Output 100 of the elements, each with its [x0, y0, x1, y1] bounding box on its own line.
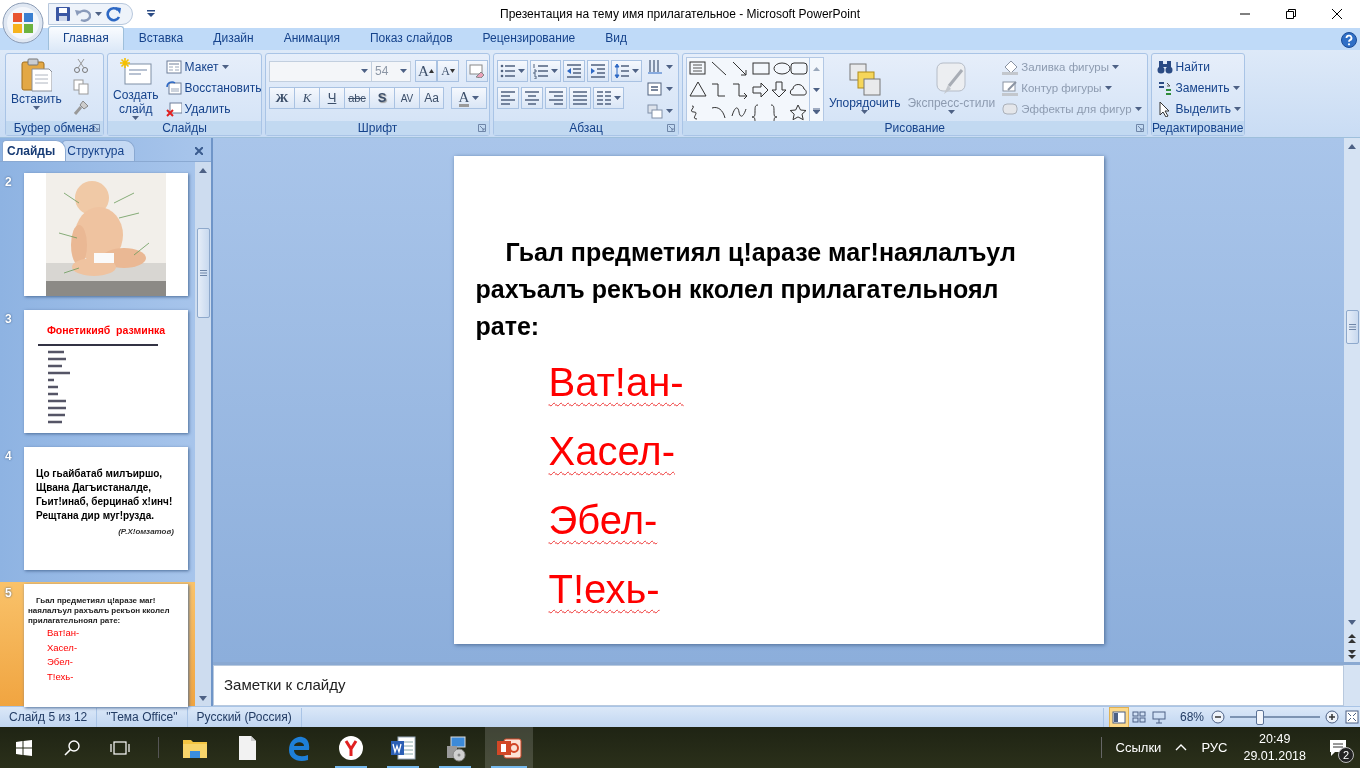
slide-command-button[interactable]: Макет: [163, 58, 264, 76]
text-direction-button[interactable]: [645, 58, 675, 76]
ribbon-tab[interactable]: Рецензирование: [467, 26, 591, 50]
status-text: Русский (Россия): [187, 707, 302, 727]
minus-icon: [1211, 710, 1225, 724]
slide-list-item: Хасел-: [46, 640, 79, 655]
slide-number: 2: [5, 174, 13, 191]
cut-button[interactable]: [72, 58, 89, 74]
down-arrow-icon: [199, 695, 207, 701]
ribbon-tab[interactable]: Анимация: [268, 26, 355, 50]
scroll-thumb[interactable]: [196, 228, 210, 318]
taskbar-app-button[interactable]: [485, 727, 533, 768]
text-format-button[interactable]: abc: [344, 87, 369, 109]
redo-button[interactable]: [106, 6, 122, 22]
yandex-app-icon: [337, 733, 365, 762]
new-slide-icon: [118, 56, 153, 88]
text-format-button[interactable]: Ч: [319, 87, 344, 109]
input-language: РУС: [1200, 738, 1229, 757]
grip-icon: [1348, 324, 1356, 330]
group-label: Слайды: [162, 121, 207, 135]
show-view-icon: [1151, 710, 1166, 724]
fit-window-button[interactable]: [1344, 709, 1360, 725]
windows-logo: [16, 739, 32, 756]
slide-command-button[interactable]: Восстановить: [163, 79, 264, 97]
clock[interactable]: 20:49 29.01.2018: [1233, 727, 1316, 768]
text-format-button[interactable]: Ж: [269, 87, 294, 109]
clipboard-icon: [20, 58, 53, 92]
increase-indent-icon: [590, 63, 606, 79]
word-app-icon: [389, 733, 417, 762]
font-color-button[interactable]: A: [451, 87, 487, 109]
ribbon-tab[interactable]: Главная: [48, 26, 124, 50]
slide-paragraph: Гьал предметиял ц!аразе маг!наялалъул рахъалъ рекъон кколел прилагательноял рате:: [475, 237, 1017, 342]
font-name-field[interactable]: [269, 60, 372, 82]
help-icon[interactable]: [1341, 31, 1357, 48]
caret-icon: [1233, 106, 1241, 112]
normal-view-icon: [1111, 710, 1126, 724]
text-format-button[interactable]: Aa: [419, 87, 444, 109]
scroll-thumb[interactable]: [1345, 310, 1359, 344]
text-format-button[interactable]: AV: [394, 87, 419, 109]
decrease-indent-button[interactable]: [563, 60, 585, 82]
slide-thumbnail[interactable]: 5 Гьал предметиял ц!аразе маг!наялалъул рахъалъ рекъон кколел прилагательноял рате: Ват!ан- Хасел- Эбел- Т!ехь-: [0, 582, 195, 708]
up-arrow-icon: [813, 66, 820, 71]
shrink-font-button[interactable]: A: [437, 60, 459, 82]
align-right-button[interactable]: [545, 87, 567, 109]
panel-tab[interactable]: Структура: [62, 140, 136, 161]
scrollbar: [1344, 665, 1360, 706]
columns-button[interactable]: [593, 87, 624, 109]
notes-field[interactable]: Заметки к слайду: [213, 665, 1344, 706]
zoom-out-button[interactable]: [1210, 709, 1226, 725]
ribbon-tab[interactable]: Дизайн: [198, 26, 269, 50]
format-painter-button[interactable]: [72, 100, 89, 116]
panel-tab[interactable]: Слайды: [2, 140, 67, 161]
line-spacing-icon: [614, 63, 630, 79]
bullets-button[interactable]: [497, 60, 528, 82]
poem-line: Гьит!инаб, берцинаб х!инч!: [36, 495, 174, 509]
new-slide-button[interactable]: Создать слайд: [111, 56, 161, 119]
decrease-indent-icon: [566, 63, 582, 79]
text-format-button[interactable]: К: [294, 87, 319, 109]
bullets-icon: [500, 63, 516, 79]
ribbon-tab[interactable]: Вставка: [123, 26, 199, 50]
caret-icon: [1232, 85, 1240, 91]
fill-bucket-icon: [1002, 59, 1019, 75]
caret-icon: [1104, 85, 1112, 91]
arrange-button[interactable]: Упорядочить: [827, 56, 903, 119]
delete-slide-icon: [165, 101, 182, 117]
paste-button[interactable]: Вставить: [9, 56, 64, 119]
group-label: Редактирование: [1151, 121, 1244, 135]
slide-list-item: Т!ехь-: [547, 567, 660, 611]
effects-icon: [1002, 101, 1019, 117]
slide-command-button[interactable]: Удалить: [163, 100, 264, 118]
smartart-button[interactable]: [645, 102, 675, 120]
editing-button[interactable]: Заменить: [1154, 79, 1243, 97]
toolbar-label: Ссылки: [1114, 738, 1163, 757]
slider-thumb[interactable]: [1255, 709, 1264, 725]
poem-author: (Р.Х!омзатов): [117, 526, 174, 538]
caret-icon: [518, 68, 525, 74]
slide-number: 3: [5, 311, 13, 328]
editing-button[interactable]: Выделить: [1154, 100, 1243, 118]
normal-view-button[interactable]: [1109, 707, 1128, 727]
justify-button[interactable]: [569, 87, 591, 109]
slide-list-item: Ват!ан-: [547, 360, 684, 404]
editing-button[interactable]: Найти: [1154, 58, 1243, 76]
align-left-button[interactable]: [497, 87, 519, 109]
ribbon-tab[interactable]: Вид: [590, 26, 642, 50]
text-format-button[interactable]: S: [369, 87, 394, 109]
status-text: Слайд 5 из 12: [0, 707, 98, 727]
save-button[interactable]: [55, 6, 71, 22]
replace-icon: [1156, 80, 1173, 96]
slide-number: 5: [5, 585, 13, 602]
status-text: "Тема Office": [97, 707, 188, 727]
action-center-button[interactable]: 2: [1316, 727, 1360, 768]
grow-font-button[interactable]: A: [415, 60, 437, 82]
clear-formatting-button[interactable]: [466, 60, 488, 82]
increase-indent-button[interactable]: [587, 60, 609, 82]
line-spacing-button[interactable]: [611, 60, 642, 82]
ribbon-tab[interactable]: Показ слайдов: [355, 26, 468, 50]
align-text-button[interactable]: [645, 80, 675, 98]
zoom-in-button[interactable]: [1324, 709, 1340, 725]
align-center-button[interactable]: [521, 87, 543, 109]
numbering-button[interactable]: [530, 60, 561, 82]
